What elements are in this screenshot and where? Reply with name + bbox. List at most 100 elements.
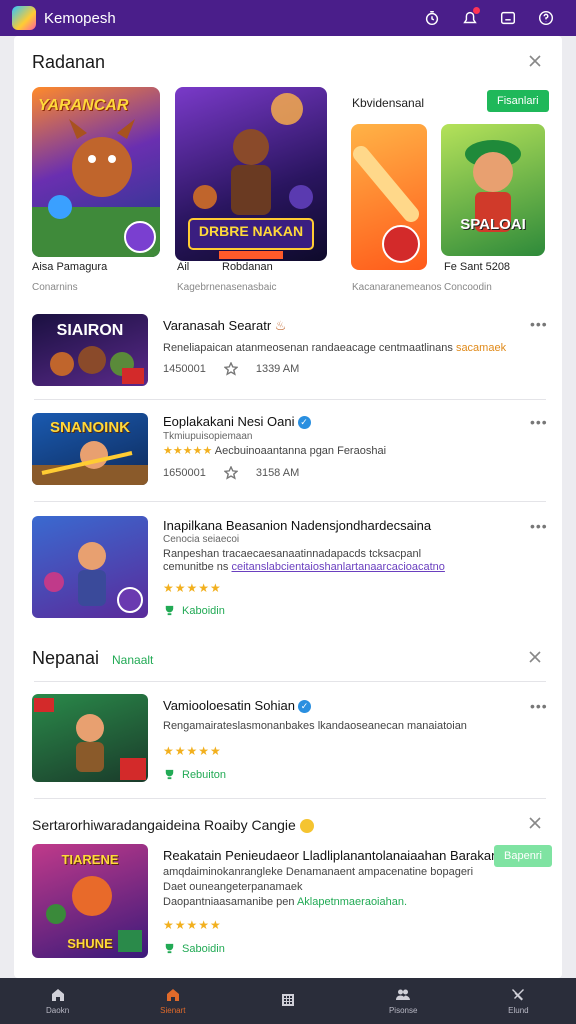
section-tag[interactable]: Nanaalt <box>112 653 153 667</box>
star-outline-icon[interactable] <box>223 466 238 480</box>
game-description-text: Aecbuinoaantanna pgan Feraoshai <box>214 445 387 457</box>
rating-stars: ★★★★★ <box>163 581 222 595</box>
section-action-button[interactable]: Bapenri <box>494 845 552 867</box>
award-badge: Rebuiton <box>163 768 226 781</box>
description-link[interactable]: ceitanslabcientaioshanlartanaarcacioacat… <box>232 561 445 573</box>
game-description-2: cemunitbe ns ceitanslabcientaioshanlarta… <box>163 561 445 573</box>
featured-game-tile[interactable] <box>351 124 427 270</box>
game-description: amqdaiminokanrangleke Denamanaent ampace… <box>163 866 474 878</box>
game-description-text: Reneliapaican atanmeosenan randaeacage c… <box>163 342 453 354</box>
game-title[interactable]: Eoplakakani Nesi Oani ✓ <box>163 414 311 430</box>
game-art-title: SPALOAI <box>460 216 526 233</box>
people-icon <box>396 989 411 1000</box>
featured-game-sub: Kacanaranemeanos <box>352 282 442 293</box>
game-description-2: Daet ouneangeterpanamaek <box>163 881 303 893</box>
game-thumbnail[interactable]: SNANOINK <box>32 413 148 485</box>
section-title-nepanai: Nepanai <box>32 648 100 668</box>
featured-game-sub: Kagebrnenasenasbaic <box>177 282 277 293</box>
notifications-icon[interactable] <box>452 0 488 36</box>
fire-icon: ♨ <box>274 318 287 333</box>
game-thumbnail[interactable] <box>32 694 148 782</box>
trophy-icon <box>165 943 174 954</box>
star-outline-icon[interactable] <box>223 362 238 376</box>
divider <box>34 501 546 502</box>
section-title-text: Sertarorhiwaradangaideina Roaiby Cangie <box>32 817 296 833</box>
nav-item-tools[interactable]: Elund <box>461 978 576 1024</box>
nav-item-grid[interactable] <box>230 978 345 1024</box>
timer-icon[interactable] <box>414 0 450 36</box>
featured-game-sub: Concoodin <box>444 282 492 293</box>
nav-item-people[interactable]: Pisonse <box>346 978 461 1024</box>
bottom-navigation: Daokn Sienart Pisonse Elund <box>0 978 576 1024</box>
download-count: 1450001 <box>163 363 206 375</box>
game-thumbnail[interactable] <box>32 516 148 618</box>
game-title[interactable]: Inapilkana Beasanion Nadensjondhardecsai… <box>163 518 431 533</box>
tools-icon <box>512 989 525 1001</box>
nav-label: Daokn <box>46 1006 70 1015</box>
app-logo[interactable] <box>12 6 36 30</box>
game-art-title: SIAIRON <box>56 322 124 339</box>
trophy-icon <box>165 769 174 780</box>
close-icon <box>529 55 541 67</box>
main-content-card: Radanan YARANCAR Aisa Pamagura Conarnins… <box>14 36 562 978</box>
game-description: ★★★★★ Aecbuinoaantanna pgan Feraoshai <box>163 444 386 457</box>
window-icon[interactable] <box>490 0 526 36</box>
rating-stars: ★★★★★ <box>163 744 222 758</box>
more-options-icon[interactable]: ••• <box>530 518 548 534</box>
featured-game-prefix: Ail <box>177 261 190 273</box>
featured-game-sub: Conarnins <box>32 282 78 293</box>
game-description-text: cemunitbe ns <box>163 561 229 573</box>
divider <box>34 399 546 400</box>
grid-icon <box>282 993 294 1006</box>
game-title[interactable]: Varanasah Searatr ♨ <box>163 318 286 334</box>
nav-item-active[interactable]: Sienart <box>115 978 230 1024</box>
close-icon <box>529 817 541 829</box>
game-title[interactable]: Vamiooloesatin Sohian ✓ <box>163 698 312 714</box>
featured-game-name: Aisa Pamagura <box>32 261 108 273</box>
game-meta: Tkmiupuisopiemaan <box>163 431 253 442</box>
featured-game-name: Robdanan <box>222 261 273 273</box>
nav-label: Pisonse <box>388 1006 418 1015</box>
game-title[interactable]: Reakatain Penieudaeor Lladliplanantolana… <box>163 848 498 863</box>
game-art-image <box>34 698 146 780</box>
award-badge: Kaboidin <box>163 604 225 617</box>
featured-action-button[interactable]: Fisanlari <box>487 90 549 112</box>
more-options-icon[interactable]: ••• <box>530 698 548 714</box>
close-section-button[interactable] <box>528 816 548 836</box>
featured-game-tile[interactable]: DRBRE NAKAN <box>175 87 327 261</box>
timestamp: 1339 AM <box>255 363 300 375</box>
nav-label: Sienart <box>160 1006 186 1015</box>
featured-game-tile[interactable]: SPALOAI <box>441 124 545 256</box>
game-title-text: Varanasah Searatr <box>163 318 272 333</box>
divider <box>34 798 546 799</box>
notification-badge <box>473 7 480 14</box>
close-section-button[interactable] <box>528 54 548 74</box>
home-icon <box>51 989 64 1001</box>
game-thumbnail[interactable]: SIAIRON <box>32 314 148 386</box>
award-text: Saboidin <box>182 942 225 955</box>
trophy-icon <box>165 605 174 616</box>
game-description: Reneliapaican atanmeosenan randaeacage c… <box>163 342 506 354</box>
featured-category-label: Kbvidensanal <box>352 96 425 110</box>
close-icon <box>529 651 541 663</box>
top-action-icons <box>412 0 564 36</box>
game-description: Ranpeshan tracaecaesanaatinnadapacds tck… <box>163 548 422 560</box>
description-link[interactable]: Aklapetnmaeraoiahan. <box>297 896 407 908</box>
more-options-icon[interactable]: ••• <box>530 414 548 430</box>
game-art-image <box>44 542 143 613</box>
top-app-bar: Kemopesh <box>0 0 576 36</box>
featured-game-tile[interactable]: YARANCAR <box>32 87 160 257</box>
help-icon[interactable] <box>528 0 564 36</box>
award-text: Kaboidin <box>182 604 225 617</box>
nav-item-home[interactable]: Daokn <box>0 978 115 1024</box>
game-title-text: Eoplakakani Nesi Oani <box>163 414 295 429</box>
award-text: Rebuiton <box>182 768 227 781</box>
close-section-button[interactable] <box>528 650 548 670</box>
section-title-3: Sertarorhiwaradangaideina Roaiby Cangie <box>32 817 314 834</box>
more-options-icon[interactable]: ••• <box>530 316 548 332</box>
game-thumbnail[interactable]: TIARENE SHUNE <box>32 844 148 958</box>
rating-stars: ★★★★★ <box>163 445 213 457</box>
section-title-radanan: Radanan <box>32 52 106 72</box>
description-link[interactable]: sacamaek <box>456 342 506 354</box>
game-art-title: DRBRE NAKAN <box>198 223 304 239</box>
